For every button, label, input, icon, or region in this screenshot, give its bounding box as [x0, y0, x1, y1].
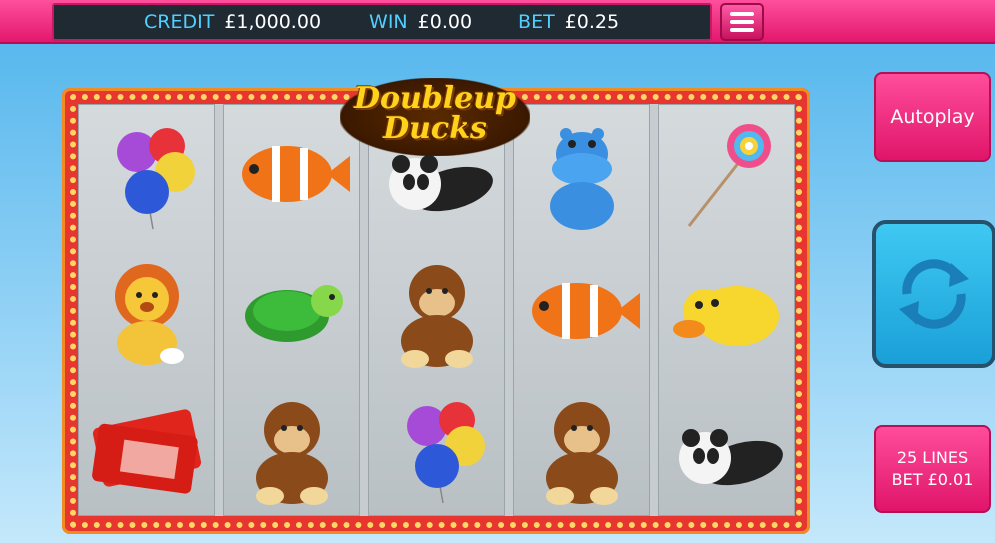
monkey-symbol — [514, 379, 649, 516]
spin-button[interactable] — [872, 220, 995, 368]
duck-symbol — [659, 242, 794, 379]
lollipop-symbol — [659, 105, 794, 242]
reel-5 — [658, 104, 795, 516]
win-label: WIN — [369, 11, 408, 33]
lines-bet-button[interactable]: 25 LINES BET £0.01 — [874, 425, 991, 513]
spin-arrows-icon — [899, 259, 969, 329]
reel-4 — [513, 104, 650, 516]
admit-one-ticket-symbol — [79, 379, 214, 516]
reel-2 — [223, 104, 360, 516]
hamburger-menu-icon[interactable] — [720, 3, 764, 41]
game-logo: Doubleup Ducks — [340, 70, 530, 158]
autoplay-label: Autoplay — [890, 106, 975, 128]
turtle-symbol — [224, 242, 359, 379]
credit-value: £1,000.00 — [224, 11, 322, 33]
clownfish-symbol — [514, 242, 649, 379]
clownfish-symbol — [224, 105, 359, 242]
balloons-symbol — [369, 379, 504, 516]
logo-line-1: Doubleup — [353, 81, 517, 116]
lion-symbol — [79, 242, 214, 379]
reel-3 — [368, 104, 505, 516]
hippo-symbol — [514, 105, 649, 242]
monkey-symbol — [369, 242, 504, 379]
balance-bar: CREDIT £1,000.00 WIN £0.00 BET £0.25 — [52, 3, 712, 41]
win-value: £0.00 — [417, 11, 473, 33]
reel-area — [78, 104, 795, 516]
panda-symbol — [659, 379, 794, 516]
bet-value: £0.25 — [564, 11, 620, 33]
reel-1 — [78, 104, 215, 516]
lines-label: 25 LINES — [896, 447, 969, 467]
credit-label: CREDIT — [144, 11, 215, 33]
balloons-symbol — [79, 105, 214, 242]
autoplay-button[interactable]: Autoplay — [874, 72, 991, 162]
bet-label: BET — [518, 11, 555, 33]
monkey-symbol — [224, 379, 359, 516]
logo-line-2: Ducks — [383, 111, 487, 146]
line-bet-label: BET £0.01 — [891, 470, 974, 489]
